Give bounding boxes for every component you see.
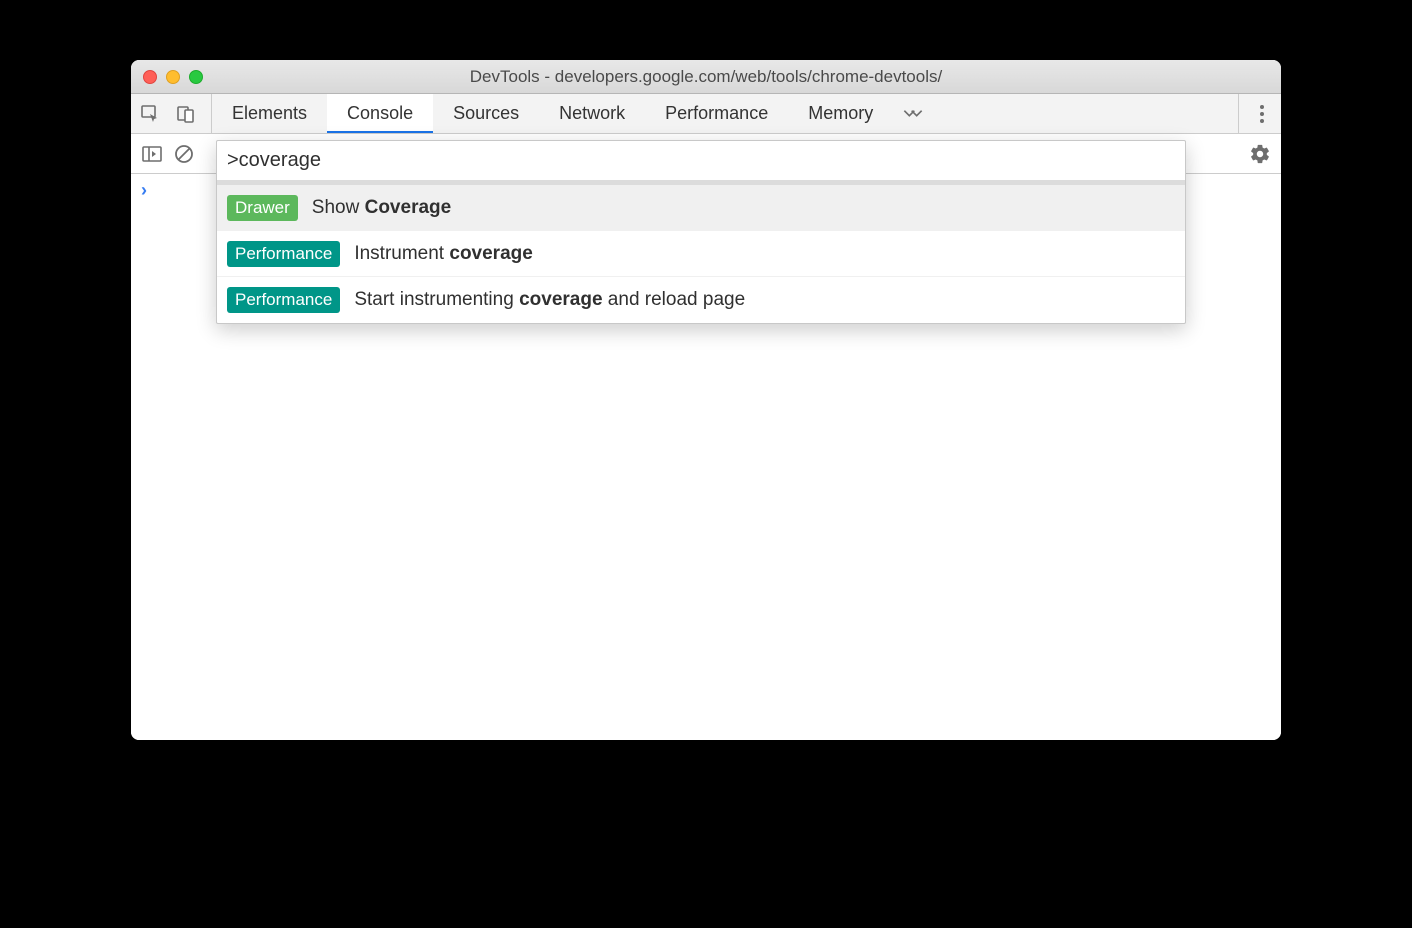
tab-sources[interactable]: Sources <box>433 94 539 133</box>
tabs-container: ElementsConsoleSourcesNetworkPerformance… <box>212 94 893 133</box>
command-badge: Performance <box>227 287 340 313</box>
command-text: Instrument coverage <box>354 243 533 265</box>
tab-performance[interactable]: Performance <box>645 94 788 133</box>
console-settings-icon[interactable] <box>1249 143 1271 165</box>
main-tabbar: ElementsConsoleSourcesNetworkPerformance… <box>131 94 1281 134</box>
console-prompt-caret: › <box>141 180 147 200</box>
tabbar-right <box>1238 94 1273 133</box>
command-item[interactable]: Performance Instrument coverage <box>217 231 1185 277</box>
tab-network[interactable]: Network <box>539 94 645 133</box>
titlebar: DevTools - developers.google.com/web/too… <box>131 60 1281 94</box>
command-item[interactable]: Performance Start instrumenting coverage … <box>217 277 1185 323</box>
command-text: Show Coverage <box>312 197 451 219</box>
close-button[interactable] <box>143 70 157 84</box>
tab-elements[interactable]: Elements <box>212 94 327 133</box>
tab-memory[interactable]: Memory <box>788 94 893 133</box>
maximize-button[interactable] <box>189 70 203 84</box>
minimize-button[interactable] <box>166 70 180 84</box>
command-input[interactable] <box>227 149 1175 172</box>
clear-console-icon[interactable] <box>173 143 195 165</box>
inspect-element-icon[interactable] <box>139 103 161 125</box>
tab-console[interactable]: Console <box>327 94 433 133</box>
command-badge: Performance <box>227 241 340 267</box>
device-toolbar-icon[interactable] <box>175 103 197 125</box>
more-tabs-icon[interactable] <box>901 103 923 125</box>
command-input-row <box>217 141 1185 185</box>
command-palette: Drawer Show Coverage Performance Instrument… <box>216 140 1186 324</box>
window-title: DevTools - developers.google.com/web/too… <box>131 67 1281 87</box>
command-list: Drawer Show Coverage Performance Instrument… <box>217 185 1185 323</box>
traffic-lights <box>143 70 203 84</box>
command-item[interactable]: Drawer Show Coverage <box>217 185 1185 231</box>
command-badge: Drawer <box>227 195 298 221</box>
command-text: Start instrumenting coverage and reload … <box>354 289 745 311</box>
kebab-menu-icon[interactable] <box>1251 103 1273 125</box>
tabbar-left-icons <box>139 94 212 133</box>
toggle-sidebar-icon[interactable] <box>141 143 163 165</box>
